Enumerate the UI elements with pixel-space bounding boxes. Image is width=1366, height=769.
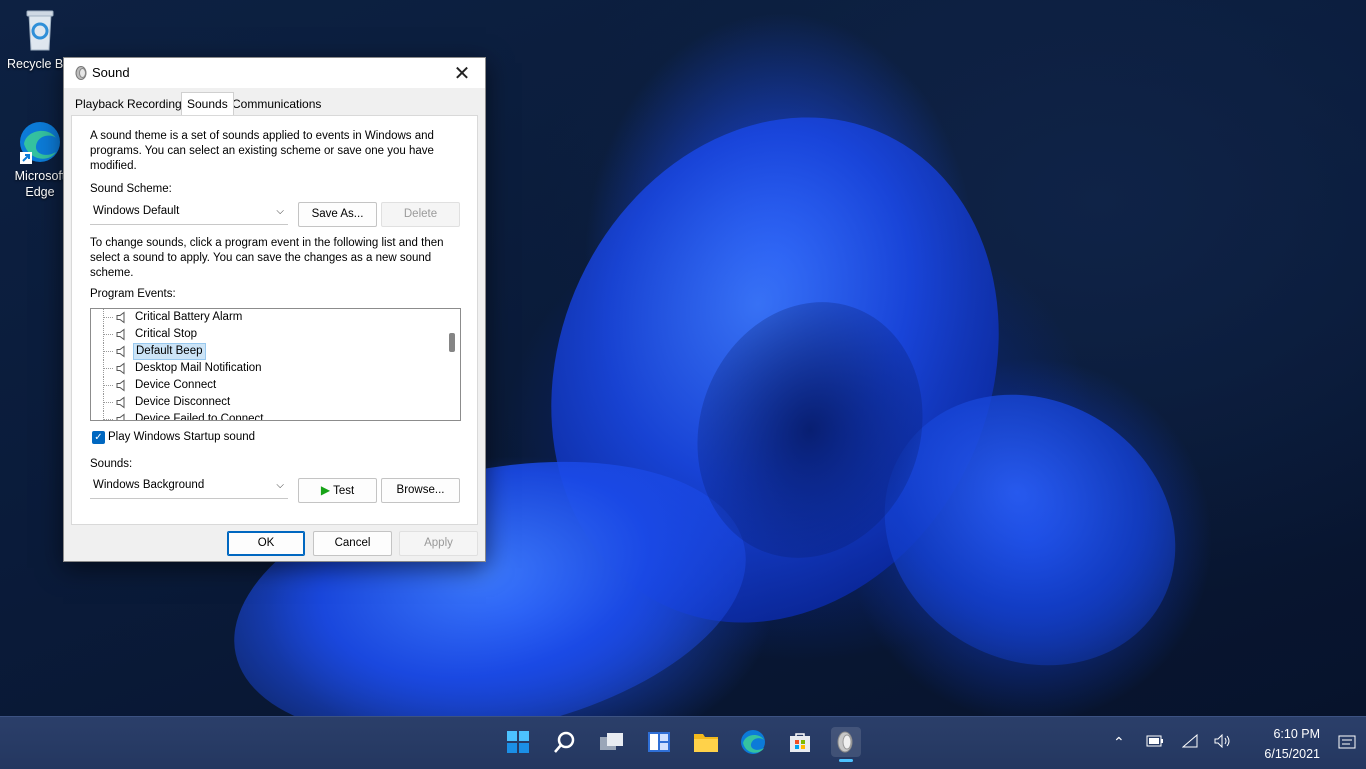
sounds-label: Sounds: — [90, 458, 133, 470]
start-icon — [507, 731, 529, 753]
event-label: Device Disconnect — [135, 396, 231, 408]
close-button[interactable]: ✕ — [439, 58, 485, 88]
tab-communications[interactable]: Communications — [227, 95, 326, 114]
tree-line — [103, 343, 114, 360]
search-icon — [554, 731, 575, 753]
speaker-icon — [116, 311, 125, 324]
sound-app-button[interactable] — [831, 727, 861, 762]
title-bar[interactable]: Sound ✕ — [64, 58, 485, 88]
event-label: Critical Battery Alarm — [135, 311, 243, 323]
clock-date: 6/15/2021 — [1264, 747, 1320, 761]
program-events-list[interactable]: Critical Battery Alarm Critical Stop Def… — [90, 308, 461, 421]
browse-button[interactable]: Browse... — [381, 478, 460, 503]
sounds-panel: A sound theme is a set of sounds applied… — [71, 115, 478, 525]
sound-settings-icon — [837, 731, 853, 753]
ok-button[interactable]: OK — [227, 531, 305, 556]
list-item[interactable]: Device Failed to Connect — [91, 411, 441, 421]
chevron-down-icon: ⌵ — [276, 480, 284, 491]
battery-icon[interactable] — [1146, 734, 1164, 750]
scrollbar-thumb[interactable] — [449, 333, 455, 352]
chevron-up-icon: ⌃ — [1113, 734, 1125, 750]
clock[interactable]: 6:10 PM 6/15/2021 — [1264, 724, 1320, 764]
tab-sounds[interactable]: Sounds — [181, 92, 234, 115]
volume-icon[interactable] — [1214, 733, 1232, 751]
edge-icon — [741, 730, 765, 754]
speaker-icon — [116, 413, 125, 420]
store-icon — [790, 733, 810, 752]
file-explorer-icon — [694, 734, 718, 752]
speaker-icon — [116, 379, 125, 392]
list-item[interactable]: Desktop Mail Notification — [91, 360, 441, 377]
delete-button[interactable]: Delete — [381, 202, 460, 227]
dialog-title: Sound — [92, 65, 130, 80]
speaker-app-icon — [74, 65, 90, 81]
sound-scheme-value: Windows Default — [93, 205, 180, 217]
search-button[interactable] — [550, 727, 580, 757]
tree-line — [103, 360, 114, 377]
tree-line — [103, 377, 114, 394]
speaker-icon — [116, 328, 125, 341]
recycle-bin-icon — [16, 6, 64, 54]
task-view-button[interactable] — [597, 727, 627, 757]
startup-sound-label: Play Windows Startup sound — [108, 431, 256, 443]
event-label: Default Beep — [133, 343, 206, 360]
edge-icon — [16, 118, 64, 166]
sound-dialog: Sound ✕ Playback Recording Sounds Commun… — [63, 57, 486, 562]
clock-time: 6:10 PM — [1273, 727, 1320, 741]
speaker-icon — [116, 362, 125, 375]
test-button[interactable]: ▶ Test — [298, 478, 377, 503]
file-explorer-button[interactable] — [691, 727, 721, 757]
tab-recording[interactable]: Recording — [122, 95, 187, 114]
cancel-button[interactable]: Cancel — [313, 531, 392, 556]
active-app-indicator — [839, 759, 853, 762]
event-label: Device Failed to Connect — [135, 413, 264, 421]
network-icon[interactable] — [1181, 733, 1198, 751]
close-icon: ✕ — [453, 62, 471, 85]
notification-icon[interactable] — [1338, 735, 1356, 754]
list-item-selected[interactable]: Default Beep — [91, 343, 441, 360]
task-view-icon — [600, 733, 623, 750]
sound-scheme-label: Sound Scheme: — [90, 183, 172, 195]
taskbar: ⌃ 6:10 PM 6/15/2021 — [0, 716, 1366, 769]
sound-scheme-select[interactable]: Windows Default ⌵ — [90, 202, 288, 225]
program-events-label: Program Events: — [90, 288, 176, 300]
start-button[interactable] — [503, 727, 533, 757]
list-item[interactable]: Device Disconnect — [91, 394, 441, 411]
apply-button[interactable]: Apply — [399, 531, 478, 556]
events-scrollbar[interactable] — [443, 309, 460, 420]
sound-value: Windows Background — [93, 479, 205, 491]
edge-button[interactable] — [738, 727, 768, 757]
tree-line — [103, 394, 114, 411]
show-hidden-icons-button[interactable]: ⌃ — [1113, 734, 1125, 751]
sound-select[interactable]: Windows Background ⌵ — [90, 476, 288, 499]
test-label: Test — [333, 485, 355, 497]
list-item[interactable]: Critical Stop — [91, 326, 441, 343]
widgets-button[interactable] — [644, 727, 674, 757]
intro-text: A sound theme is a set of sounds applied… — [90, 130, 434, 172]
tree-line — [103, 326, 114, 343]
speaker-icon — [116, 396, 125, 409]
tab-playback[interactable]: Playback — [70, 95, 129, 114]
event-label: Desktop Mail Notification — [135, 362, 262, 374]
save-as-button[interactable]: Save As... — [298, 202, 377, 227]
speaker-icon — [116, 345, 125, 358]
tree-line — [103, 411, 114, 420]
play-icon: ▶ — [320, 483, 331, 497]
startup-sound-checkbox[interactable]: ✓ — [92, 431, 105, 444]
event-label: Device Connect — [135, 379, 217, 391]
widgets-icon — [648, 732, 670, 752]
event-label: Critical Stop — [135, 328, 197, 340]
tree-line — [103, 309, 114, 326]
list-item[interactable]: Device Connect — [91, 377, 441, 394]
store-button[interactable] — [785, 727, 815, 757]
chevron-down-icon: ⌵ — [276, 206, 284, 217]
list-item[interactable]: Critical Battery Alarm — [91, 309, 441, 326]
change-sounds-text: To change sounds, click a program event … — [90, 237, 444, 279]
